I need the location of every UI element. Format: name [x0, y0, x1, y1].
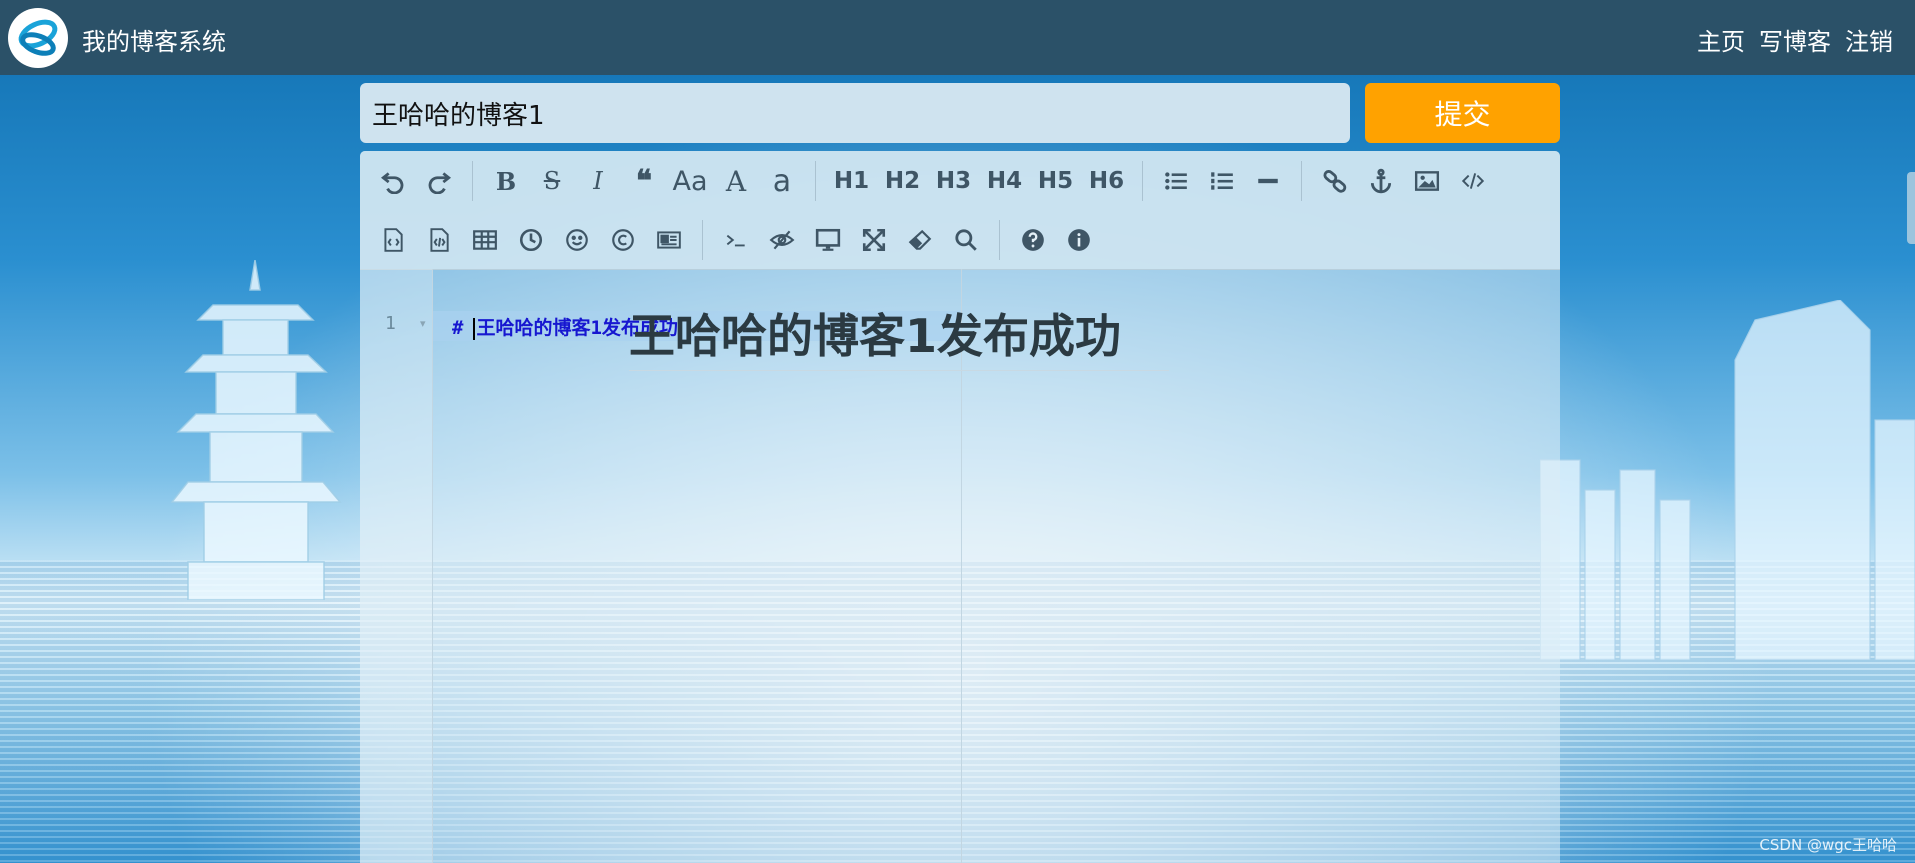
italic-glyph: I	[593, 167, 603, 195]
italic-icon[interactable]: I	[575, 158, 621, 204]
nav-link-write-blog[interactable]: 写博客	[1759, 22, 1831, 57]
fullscreen-icon[interactable]	[851, 217, 897, 263]
link-icon[interactable]	[1312, 158, 1358, 204]
nav-link-logout[interactable]: 注销	[1845, 22, 1893, 57]
lowercase-icon[interactable]: a	[759, 158, 805, 204]
anchor-icon[interactable]	[1358, 158, 1404, 204]
clear-icon[interactable]	[897, 217, 943, 263]
bold-icon[interactable]: B	[483, 158, 529, 204]
font-size-upper-icon[interactable]: A	[713, 158, 759, 204]
blog-title-input[interactable]	[360, 83, 1350, 143]
toolbar-separator	[702, 220, 703, 260]
font-size-upper-glyph: A	[725, 164, 747, 198]
toolbar-row-2	[370, 215, 1102, 265]
watermark: CSDN @wgc王哈哈	[1759, 836, 1897, 854]
toolbar-separator	[1301, 161, 1302, 201]
code-icon[interactable]	[1450, 158, 1496, 204]
help-icon[interactable]	[1010, 217, 1056, 263]
toolbar-separator	[1142, 161, 1143, 201]
top-nav-bar: 我的博客系统 主页 写博客 注销	[0, 0, 1915, 75]
pagebreak-icon[interactable]	[646, 217, 692, 263]
city-skyline-illustration	[1540, 300, 1915, 660]
uppercase-glyph: Aa	[672, 165, 708, 197]
code-block-icon[interactable]	[370, 217, 416, 263]
quote-glyph: ❝	[635, 163, 653, 199]
side-scroll-handle[interactable]	[1907, 172, 1915, 244]
fold-arrow-icon[interactable]: ▾	[420, 317, 426, 330]
logo-icon[interactable]	[8, 8, 68, 68]
image-icon[interactable]	[1404, 158, 1450, 204]
line-number: 1	[385, 313, 396, 334]
heading-6-button[interactable]: H6	[1081, 158, 1132, 204]
nav-links: 主页 写博客 注销	[1697, 22, 1893, 57]
unordered-list-icon[interactable]	[1153, 158, 1199, 204]
editor-toolbar: B S I ❝ Aa A a H1 H2 H3 H4 H5 H6	[360, 151, 1560, 270]
strikethrough-icon[interactable]: S	[529, 158, 575, 204]
ordered-list-icon[interactable]	[1199, 158, 1245, 204]
heading-1-button[interactable]: H1	[826, 158, 877, 204]
markdown-editor: B S I ❝ Aa A a H1 H2 H3 H4 H5 H6 1 ▾ # 王…	[360, 151, 1560, 863]
table-icon[interactable]	[462, 217, 508, 263]
info-icon[interactable]	[1056, 217, 1102, 263]
preview-heading-underline	[629, 370, 1169, 371]
preview-heading: 王哈哈的博客1发布成功	[629, 309, 1122, 363]
pagoda-illustration	[170, 260, 342, 600]
heading-4-button[interactable]: H4	[979, 158, 1030, 204]
toolbar-separator	[472, 161, 473, 201]
redo-icon[interactable]	[416, 158, 462, 204]
toolbar-separator	[999, 220, 1000, 260]
undo-icon[interactable]	[370, 158, 416, 204]
quote-icon[interactable]: ❝	[621, 158, 667, 204]
submit-button[interactable]: 提交	[1365, 83, 1560, 143]
line-number-gutter	[360, 269, 433, 863]
watch-icon[interactable]	[759, 217, 805, 263]
html-entities-icon[interactable]	[600, 217, 646, 263]
brand-title: 我的博客系统	[82, 28, 226, 56]
emoji-icon[interactable]	[554, 217, 600, 263]
preformatted-code-icon[interactable]	[416, 217, 462, 263]
markdown-hash: #	[452, 317, 464, 339]
strikethrough-glyph: S	[543, 167, 561, 195]
heading-3-button[interactable]: H3	[928, 158, 979, 204]
lowercase-glyph: a	[772, 163, 792, 199]
bold-glyph: B	[495, 166, 517, 196]
search-icon[interactable]	[943, 217, 989, 263]
heading-5-button[interactable]: H5	[1030, 158, 1081, 204]
uppercase-icon[interactable]: Aa	[667, 158, 713, 204]
horizontal-rule-icon[interactable]	[1245, 158, 1291, 204]
preview-icon[interactable]	[805, 217, 851, 263]
datetime-icon[interactable]	[508, 217, 554, 263]
toolbar-separator	[815, 161, 816, 201]
heading-2-button[interactable]: H2	[877, 158, 928, 204]
toolbar-row-1: B S I ❝ Aa A a H1 H2 H3 H4 H5 H6	[370, 156, 1496, 206]
nav-link-home[interactable]: 主页	[1697, 22, 1745, 57]
goto-line-icon[interactable]	[713, 217, 759, 263]
